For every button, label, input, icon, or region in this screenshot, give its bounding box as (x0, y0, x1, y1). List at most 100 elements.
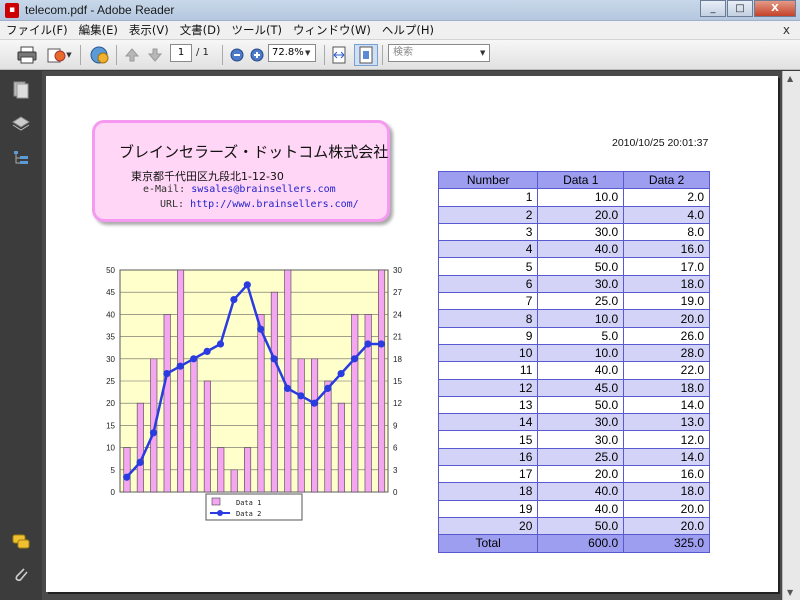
zoom-in-icon (250, 48, 264, 62)
table-cell: 14 (437, 413, 539, 432)
y-tick-label-right: 6 (393, 444, 398, 453)
maximize-button[interactable]: □ (727, 0, 753, 17)
column-header: Data 1 (537, 170, 625, 190)
page-number-input[interactable]: 1 (170, 44, 192, 62)
company-email-line: e-Mail: swsales@brainsellers.com (143, 184, 336, 195)
collaborate-button[interactable] (86, 44, 112, 66)
email-label: e-Mail: (143, 184, 186, 195)
table-row: 19 40.0 20.0 (437, 499, 710, 518)
table-cell: 25.0 (537, 292, 625, 311)
fit-page-button[interactable] (354, 44, 378, 66)
table-cell: 50.0 (537, 395, 625, 415)
y-tick-label-right: 0 (393, 488, 398, 497)
chevron-down-icon[interactable]: ▼ (305, 49, 310, 57)
table-cell: 13 (437, 395, 539, 415)
menu-tools[interactable]: ツール(T) (232, 22, 283, 38)
document-close-button[interactable]: x (783, 23, 790, 37)
next-page-button[interactable] (145, 44, 165, 66)
line-point (230, 296, 238, 304)
scroll-up-icon[interactable]: ▲ (787, 74, 793, 83)
search-input[interactable]: 検索 (388, 44, 490, 62)
bar (190, 358, 198, 493)
menu-bar: ファイル(F) 編集(E) 表示(V) 文書(D) ツール(T) ウィンドウ(W… (0, 21, 800, 40)
line-point (149, 429, 158, 437)
globe-icon (90, 46, 109, 64)
fit-width-button[interactable] (328, 44, 350, 66)
y-tick-label-right: 9 (393, 421, 398, 430)
y-tick-label-left: 5 (111, 466, 116, 475)
table-cell: 30.0 (537, 430, 625, 449)
print-button[interactable] (14, 44, 40, 66)
menu-view[interactable]: 表示(V) (129, 22, 169, 38)
table-row: 3 30.0 8.0 (437, 222, 710, 242)
vertical-scrollbar[interactable]: ▲ ▼ (782, 71, 800, 600)
comments-icon[interactable] (12, 533, 30, 551)
zoom-in-button[interactable] (248, 44, 266, 66)
y-tick-label-left: 50 (106, 266, 115, 275)
total-cell: Total (437, 534, 539, 553)
table-row: 6 30.0 18.0 (437, 274, 710, 294)
y-tick-label-left: 45 (106, 288, 115, 297)
data-table: Number Data 1 Data 2 1 10.0 2.0 2 20.0 4.0 3 30… (437, 170, 710, 553)
table-cell: 40.0 (537, 361, 625, 380)
table-cell: 4.0 (623, 205, 710, 224)
table-cell: 10 (437, 343, 539, 363)
bar (351, 314, 359, 493)
bar (136, 402, 144, 493)
menu-document[interactable]: 文書(D) (180, 22, 221, 38)
menu-edit[interactable]: 編集(E) (79, 22, 118, 38)
menu-help[interactable]: ヘルプ(H) (382, 22, 434, 38)
table-cell: 1 (437, 188, 539, 207)
table-cell: 20.0 (623, 309, 710, 328)
table-row: 5 50.0 17.0 (437, 257, 710, 276)
scroll-down-icon[interactable]: ▼ (787, 588, 793, 597)
table-cell: 40.0 (537, 482, 625, 501)
line-point (203, 347, 211, 355)
total-cell: 325.0 (623, 534, 710, 553)
layers-icon[interactable] (12, 115, 30, 133)
bookmarks-icon[interactable] (12, 149, 30, 167)
attachment-icon[interactable] (12, 565, 30, 583)
total-cell: 600.0 (537, 534, 625, 553)
table-cell: 50.0 (537, 257, 625, 276)
previous-page-button[interactable] (122, 44, 142, 66)
zoom-out-button[interactable] (228, 44, 246, 66)
table-cell: 18.0 (623, 378, 710, 397)
fit-width-icon (332, 46, 346, 64)
table-cell: 5 (437, 257, 539, 276)
url-link[interactable]: http://www.brainsellers.com/ (190, 199, 359, 210)
line-point (377, 340, 385, 348)
table-cell: 18 (437, 482, 539, 501)
share-button[interactable]: ▼ (44, 44, 74, 66)
close-button[interactable]: X (754, 0, 796, 17)
line-point (337, 370, 345, 378)
fit-page-icon (359, 46, 373, 64)
line-point (163, 370, 171, 378)
chevron-down-icon[interactable]: ▼ (480, 49, 485, 57)
email-link[interactable]: swsales@brainsellers.com (191, 184, 336, 195)
toolbar-separator (382, 45, 383, 65)
table-cell: 6 (437, 274, 539, 294)
table-row: 7 25.0 19.0 (437, 292, 710, 311)
bar (337, 402, 345, 493)
table-cell: 13.0 (623, 413, 710, 432)
pages-icon[interactable] (12, 81, 30, 99)
menu-window[interactable]: ウィンドウ(W) (293, 22, 371, 38)
table-cell: 30.0 (537, 413, 625, 432)
bar (177, 269, 185, 493)
y-tick-label-left: 15 (106, 421, 115, 430)
table-cell: 50.0 (537, 516, 625, 536)
y-tick-label-right: 18 (393, 355, 402, 364)
table-cell: 16.0 (623, 240, 710, 259)
menu-file[interactable]: ファイル(F) (6, 22, 68, 38)
toolbar-separator (324, 45, 325, 65)
line-point (283, 384, 292, 392)
table-header-row: Number Data 1 Data 2 (437, 170, 710, 190)
page-total: / 1 (196, 47, 209, 58)
table-cell: 15 (437, 430, 539, 449)
table-cell: 45.0 (537, 378, 625, 397)
table-cell: 14.0 (623, 447, 710, 467)
table-row: 16 25.0 14.0 (437, 447, 710, 467)
table-cell: 20.0 (537, 465, 625, 484)
minimize-button[interactable]: _ (700, 0, 726, 17)
